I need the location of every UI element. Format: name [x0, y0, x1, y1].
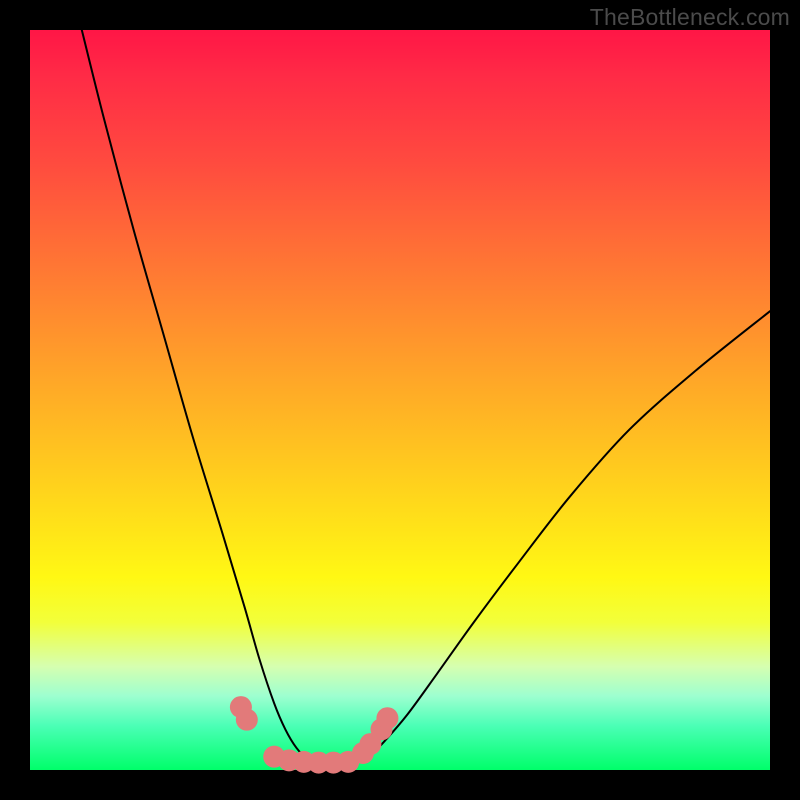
chart-svg [30, 30, 770, 770]
marker-dot [236, 709, 258, 731]
curve-right-curve [356, 311, 770, 762]
chart-frame: TheBottleneck.com [0, 0, 800, 800]
plot-area [30, 30, 770, 770]
curve-left-curve [82, 30, 319, 763]
watermark-text: TheBottleneck.com [590, 4, 790, 31]
marker-dot [376, 707, 398, 729]
